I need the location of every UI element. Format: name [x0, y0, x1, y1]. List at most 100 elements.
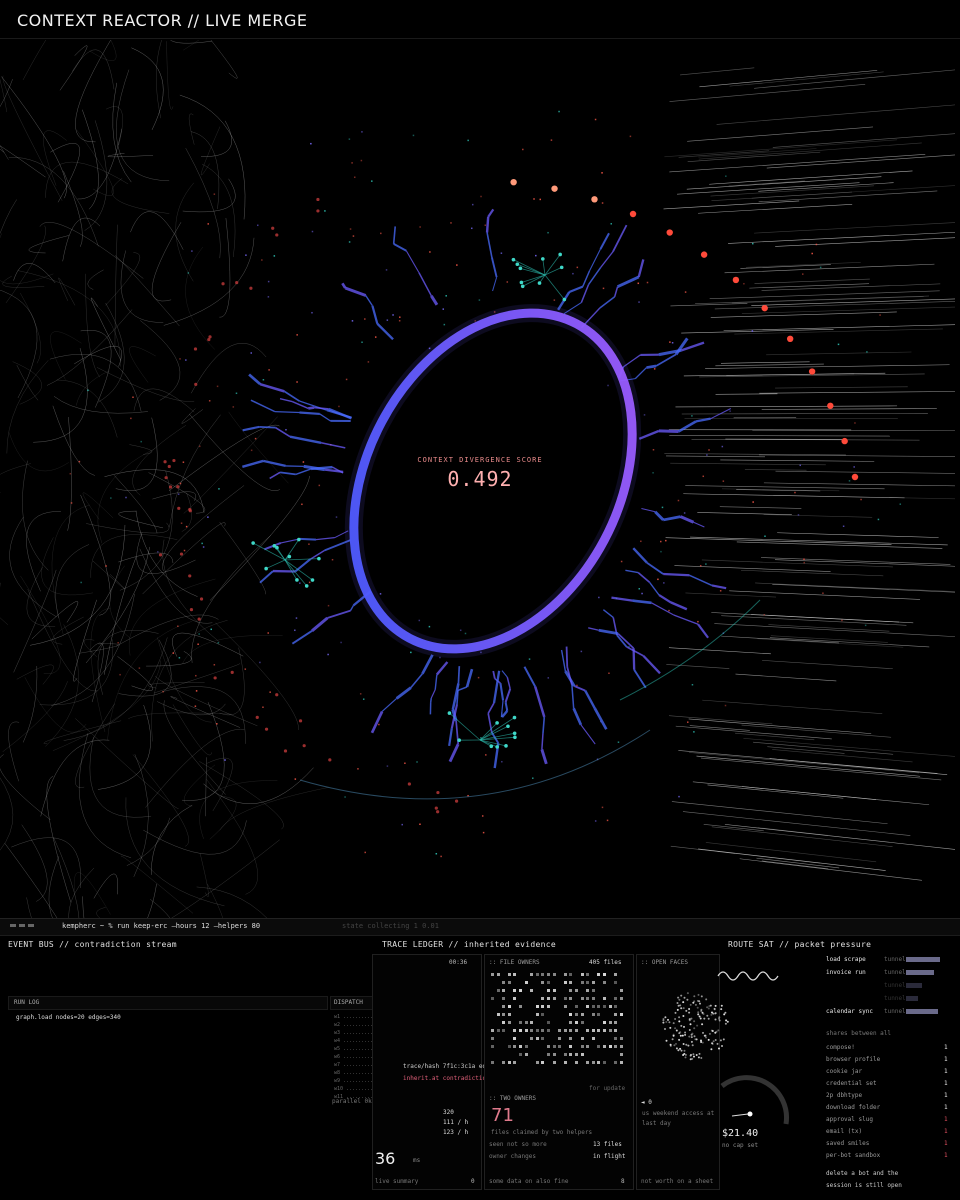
radial-line: [757, 638, 904, 648]
particle: [301, 503, 303, 506]
radial-line: [775, 386, 908, 389]
owner-cell: [502, 1005, 506, 1008]
sphere-dot: [693, 1027, 696, 1030]
particle: [197, 643, 199, 645]
sphere-dot: [705, 998, 708, 1001]
radial-line: [741, 306, 956, 314]
owner-cell: [569, 1053, 573, 1056]
owner-cell: [614, 1029, 618, 1032]
particle: [467, 139, 469, 142]
particle: [637, 282, 640, 285]
dispatch-header: DISPATCH: [330, 996, 374, 1010]
radial-line: [696, 755, 921, 777]
particle: [360, 159, 363, 162]
particle: [250, 449, 253, 452]
sphere-dot: [725, 1019, 728, 1022]
branch-segment: [395, 686, 412, 700]
particle: [262, 379, 265, 381]
command-line[interactable]: kempherc ~ % run keep-erc —hours 12 —hel…: [62, 922, 260, 930]
particle: [687, 721, 689, 723]
particle: [751, 330, 754, 332]
particle: [216, 385, 219, 388]
particle: [195, 690, 198, 692]
particle: [183, 549, 186, 552]
particle: [224, 759, 226, 761]
fiber-line: [219, 787, 329, 831]
window-controls[interactable]: [10, 924, 50, 930]
owner-cell: [563, 981, 567, 984]
sphere-dot: [688, 1011, 691, 1014]
fiber-line: [172, 704, 213, 756]
owner-cell: [558, 1029, 562, 1032]
owner-cell: [614, 1021, 618, 1024]
owner-cell: [575, 1005, 578, 1008]
fiber-line: [107, 152, 154, 158]
particle: [440, 855, 442, 858]
owner-cell: [541, 1037, 545, 1040]
owner-cell: [491, 1037, 494, 1040]
particle: [478, 299, 481, 301]
particle: [721, 445, 724, 448]
fiber-line: [58, 277, 76, 306]
owner-cell: [547, 997, 550, 1000]
share-value: 1: [944, 1068, 948, 1075]
particle: [535, 254, 537, 257]
owner-cell: [580, 973, 584, 976]
sphere-dot: [693, 1055, 695, 1058]
particle: [296, 381, 298, 383]
fiber-line: [162, 686, 246, 744]
particle: [643, 414, 646, 416]
fiber-line: [210, 40, 238, 79]
fiber-line: [185, 246, 215, 350]
particle: [412, 134, 415, 137]
route-title: ROUTE SAT // packet pressure: [728, 940, 872, 949]
fiber-line: [0, 617, 9, 625]
owner-cell: [513, 1061, 517, 1064]
sphere-dot: [693, 1035, 696, 1038]
owner-cell: [519, 1053, 522, 1056]
particle: [428, 625, 431, 628]
radial-line: [675, 405, 898, 408]
route-pressure-bar: [906, 957, 940, 962]
route-row-label: invoice run: [826, 969, 866, 976]
branch-segment: [588, 627, 599, 631]
branch-segment: [299, 537, 316, 541]
owners-row1-right: 13 files: [593, 1141, 622, 1148]
particle: [244, 668, 247, 670]
radial-line: [766, 154, 956, 169]
dispatch-slot: w3 ..........: [334, 1030, 374, 1036]
sphere-dot: [718, 1047, 720, 1050]
particle: [353, 176, 356, 179]
gauge-needle: [731, 1113, 749, 1117]
owner-cell: [597, 1061, 601, 1064]
fiber-line: [133, 388, 195, 413]
owners-row2-left: owner changes: [489, 1153, 536, 1160]
fiber-line: [75, 40, 112, 143]
route-footer-2: session is still open: [826, 1182, 902, 1189]
fiber-line: [149, 898, 172, 920]
sphere-dot: [684, 1033, 687, 1036]
run-log-label: RUN LOG: [14, 999, 40, 1006]
owner-cell: [547, 1053, 550, 1056]
red-node: [700, 251, 708, 258]
sphere-dot: [714, 1004, 717, 1007]
particle: [629, 135, 632, 138]
red-node-small: [193, 347, 198, 351]
branch-segment: [371, 305, 379, 324]
score-label: CONTEXT DIVERGENCE SCORE: [417, 456, 543, 464]
radial-line: [759, 454, 956, 457]
radial-line: [669, 154, 926, 173]
red-node: [786, 335, 794, 343]
particle: [879, 314, 881, 316]
branch-segment: [658, 594, 672, 604]
owner-cell: [597, 1045, 601, 1048]
owner-cell: [591, 997, 595, 1000]
owner-cell: [608, 1021, 612, 1024]
red-node-small: [176, 485, 180, 489]
sphere-dot: [724, 1011, 727, 1014]
teal-edge: [252, 542, 286, 561]
fiber-line: [183, 764, 216, 807]
particle: [485, 754, 487, 756]
sphere-dot: [682, 1015, 685, 1017]
teal-node: [520, 284, 525, 289]
